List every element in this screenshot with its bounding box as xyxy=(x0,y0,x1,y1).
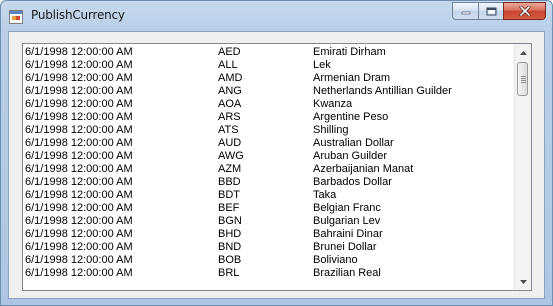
row-name: Aruban Guilder xyxy=(313,150,387,162)
row-name: Emirati Dirham xyxy=(313,46,386,58)
row-name: Boliviano xyxy=(313,254,358,266)
row-code: BRL xyxy=(218,267,240,279)
vertical-scrollbar[interactable] xyxy=(514,44,531,290)
row-date: 6/1/1998 12:00:00 AM xyxy=(25,137,133,149)
row-name: Bulgarian Lev xyxy=(313,215,381,227)
row-name: Lek xyxy=(313,59,331,71)
list-item[interactable]: 6/1/1998 12:00:00 AM AMD Armenian Dram xyxy=(23,72,514,85)
row-code: ATS xyxy=(218,124,239,136)
row-date: 6/1/1998 12:00:00 AM xyxy=(25,254,133,266)
scroll-down-arrow-icon xyxy=(519,279,527,284)
row-name: Netherlands Antillian Guilder xyxy=(313,85,452,97)
close-icon xyxy=(519,6,530,16)
row-name: Brunei Dollar xyxy=(313,241,377,253)
row-code: AMD xyxy=(218,72,243,84)
row-name: Shilling xyxy=(313,124,349,136)
row-name: Taka xyxy=(313,189,337,201)
list-item[interactable]: 6/1/1998 12:00:00 AM AZM Azerbaijanian Man… xyxy=(23,163,514,176)
list-item[interactable]: 6/1/1998 12:00:00 AM AUD Australian Dollar xyxy=(23,137,514,150)
list-item[interactable]: 6/1/1998 12:00:00 AM BGN Bulgarian Lev xyxy=(23,215,514,228)
list-item[interactable]: 6/1/1998 12:00:00 AM AED Emirati Dirham xyxy=(23,46,514,59)
row-date: 6/1/1998 12:00:00 AM xyxy=(25,124,133,136)
row-name: Australian Dollar xyxy=(313,137,394,149)
row-code: AWG xyxy=(218,150,244,162)
scrollbar-thumb[interactable] xyxy=(517,62,528,96)
list-item[interactable]: 6/1/1998 12:00:00 AM AOA Kwanza xyxy=(23,98,514,111)
thumb-grip-line xyxy=(521,78,526,79)
list-item[interactable]: 6/1/1998 12:00:00 AM AWG Aruban Guilder xyxy=(23,150,514,163)
row-date: 6/1/1998 12:00:00 AM xyxy=(25,163,133,175)
list-item[interactable]: 6/1/1998 12:00:00 AM ANG Netherlands Antil… xyxy=(23,85,514,98)
row-name: Barbados Dollar xyxy=(313,176,392,188)
publish-currency-window: PublishCurrency 6/1/1998 12:00:00 AM AED… xyxy=(0,0,553,306)
window-client-area: 6/1/1998 12:00:00 AM AED Emirati Dirham 6/1… xyxy=(8,31,545,299)
list-item[interactable]: 6/1/1998 12:00:00 AM ATS Shilling xyxy=(23,124,514,137)
row-date: 6/1/1998 12:00:00 AM xyxy=(25,267,133,279)
row-name: Kwanza xyxy=(313,98,353,110)
maximize-button[interactable] xyxy=(478,2,503,20)
row-name: Belgian Franc xyxy=(313,202,381,214)
currency-listbox[interactable]: 6/1/1998 12:00:00 AM AED Emirati Dirham 6/1… xyxy=(22,43,532,291)
list-item[interactable]: 6/1/1998 12:00:00 AM BRL Brazilian Real xyxy=(23,267,514,280)
list-item[interactable]: 6/1/1998 12:00:00 AM BHD Bahraini Dinar xyxy=(23,228,514,241)
row-code: BEF xyxy=(218,202,240,214)
list-item[interactable]: 6/1/1998 12:00:00 AM BBD Barbados Dollar xyxy=(23,176,514,189)
scroll-up-button[interactable] xyxy=(515,44,531,61)
row-name: Bahraini Dinar xyxy=(313,228,383,240)
close-button[interactable] xyxy=(503,2,546,20)
list-item[interactable]: 6/1/1998 12:00:00 AM BEF Belgian Franc xyxy=(23,202,514,215)
scroll-down-button[interactable] xyxy=(515,273,531,290)
row-date: 6/1/1998 12:00:00 AM xyxy=(25,189,133,201)
row-code: ARS xyxy=(218,111,241,123)
row-code: ANG xyxy=(218,85,242,97)
minimize-button[interactable] xyxy=(452,2,478,20)
row-date: 6/1/1998 12:00:00 AM xyxy=(25,85,133,97)
thumb-grip-line xyxy=(521,76,526,77)
row-date: 6/1/1998 12:00:00 AM xyxy=(25,59,133,71)
row-date: 6/1/1998 12:00:00 AM xyxy=(25,111,133,123)
minimize-icon xyxy=(461,11,470,15)
maximize-icon xyxy=(486,7,496,15)
thumb-grip-line xyxy=(521,80,526,81)
scroll-up-arrow-icon xyxy=(519,50,527,55)
window-title: PublishCurrency xyxy=(31,8,125,22)
row-name: Brazilian Real xyxy=(313,267,381,279)
list-item[interactable]: 6/1/1998 12:00:00 AM ARS Argentine Peso xyxy=(23,111,514,124)
row-date: 6/1/1998 12:00:00 AM xyxy=(25,215,133,227)
row-code: BHD xyxy=(218,228,242,240)
list-item[interactable]: 6/1/1998 12:00:00 AM BND Brunei Dollar xyxy=(23,241,514,254)
list-item[interactable]: 6/1/1998 12:00:00 AM BOB Boliviano xyxy=(23,254,514,267)
row-date: 6/1/1998 12:00:00 AM xyxy=(25,150,133,162)
row-code: AZM xyxy=(218,163,242,175)
row-date: 6/1/1998 12:00:00 AM xyxy=(25,176,133,188)
row-name: Argentine Peso xyxy=(313,111,389,123)
row-date: 6/1/1998 12:00:00 AM xyxy=(25,228,133,240)
row-code: BOB xyxy=(218,254,242,266)
row-date: 6/1/1998 12:00:00 AM xyxy=(25,72,133,84)
list-item[interactable]: 6/1/1998 12:00:00 AM BDT Taka xyxy=(23,189,514,202)
row-date: 6/1/1998 12:00:00 AM xyxy=(25,98,133,110)
row-code: AUD xyxy=(218,137,242,149)
row-date: 6/1/1998 12:00:00 AM xyxy=(25,46,133,58)
row-code: AED xyxy=(218,46,241,58)
thumb-grip-line xyxy=(521,82,526,83)
row-date: 6/1/1998 12:00:00 AM xyxy=(25,202,133,214)
row-code: BDT xyxy=(218,189,240,201)
list-item[interactable]: 6/1/1998 12:00:00 AM ALL Lek xyxy=(23,59,514,72)
row-name: Armenian Dram xyxy=(313,72,391,84)
row-code: ALL xyxy=(218,59,238,71)
row-code: BGN xyxy=(218,215,242,227)
row-code: BBD xyxy=(218,176,241,188)
app-window-icon[interactable] xyxy=(9,9,23,24)
title-bar[interactable]: PublishCurrency xyxy=(1,1,552,31)
row-code: AOA xyxy=(218,98,242,110)
row-date: 6/1/1998 12:00:00 AM xyxy=(25,241,133,253)
row-code: BND xyxy=(218,241,242,253)
row-name: Azerbaijanian Manat xyxy=(313,163,414,175)
currency-list: 6/1/1998 12:00:00 AM AED Emirati Dirham 6/1… xyxy=(23,46,514,280)
caption-buttons xyxy=(452,2,546,21)
